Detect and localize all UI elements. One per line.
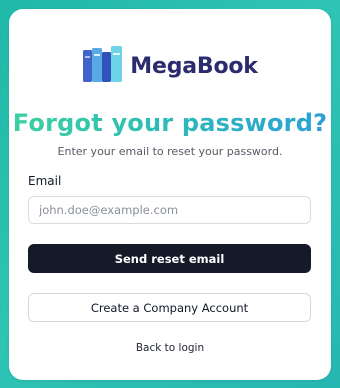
back-to-login-link[interactable]: Back to login — [9, 342, 331, 354]
create-company-account-button[interactable]: Create a Company Account — [28, 293, 311, 322]
brand-name: MegaBook — [130, 53, 258, 79]
brand-logo: MegaBook — [9, 43, 331, 85]
email-label: Email — [28, 174, 62, 188]
email-field[interactable] — [28, 196, 311, 224]
forgot-password-card: MegaBook Forgot your password? Enter you… — [9, 9, 331, 380]
page-subtitle: Enter your email to reset your password. — [57, 145, 283, 158]
send-reset-email-button[interactable]: Send reset email — [28, 244, 311, 273]
page-title: Forgot your password? — [9, 109, 331, 137]
books-logo-icon — [83, 46, 123, 82]
